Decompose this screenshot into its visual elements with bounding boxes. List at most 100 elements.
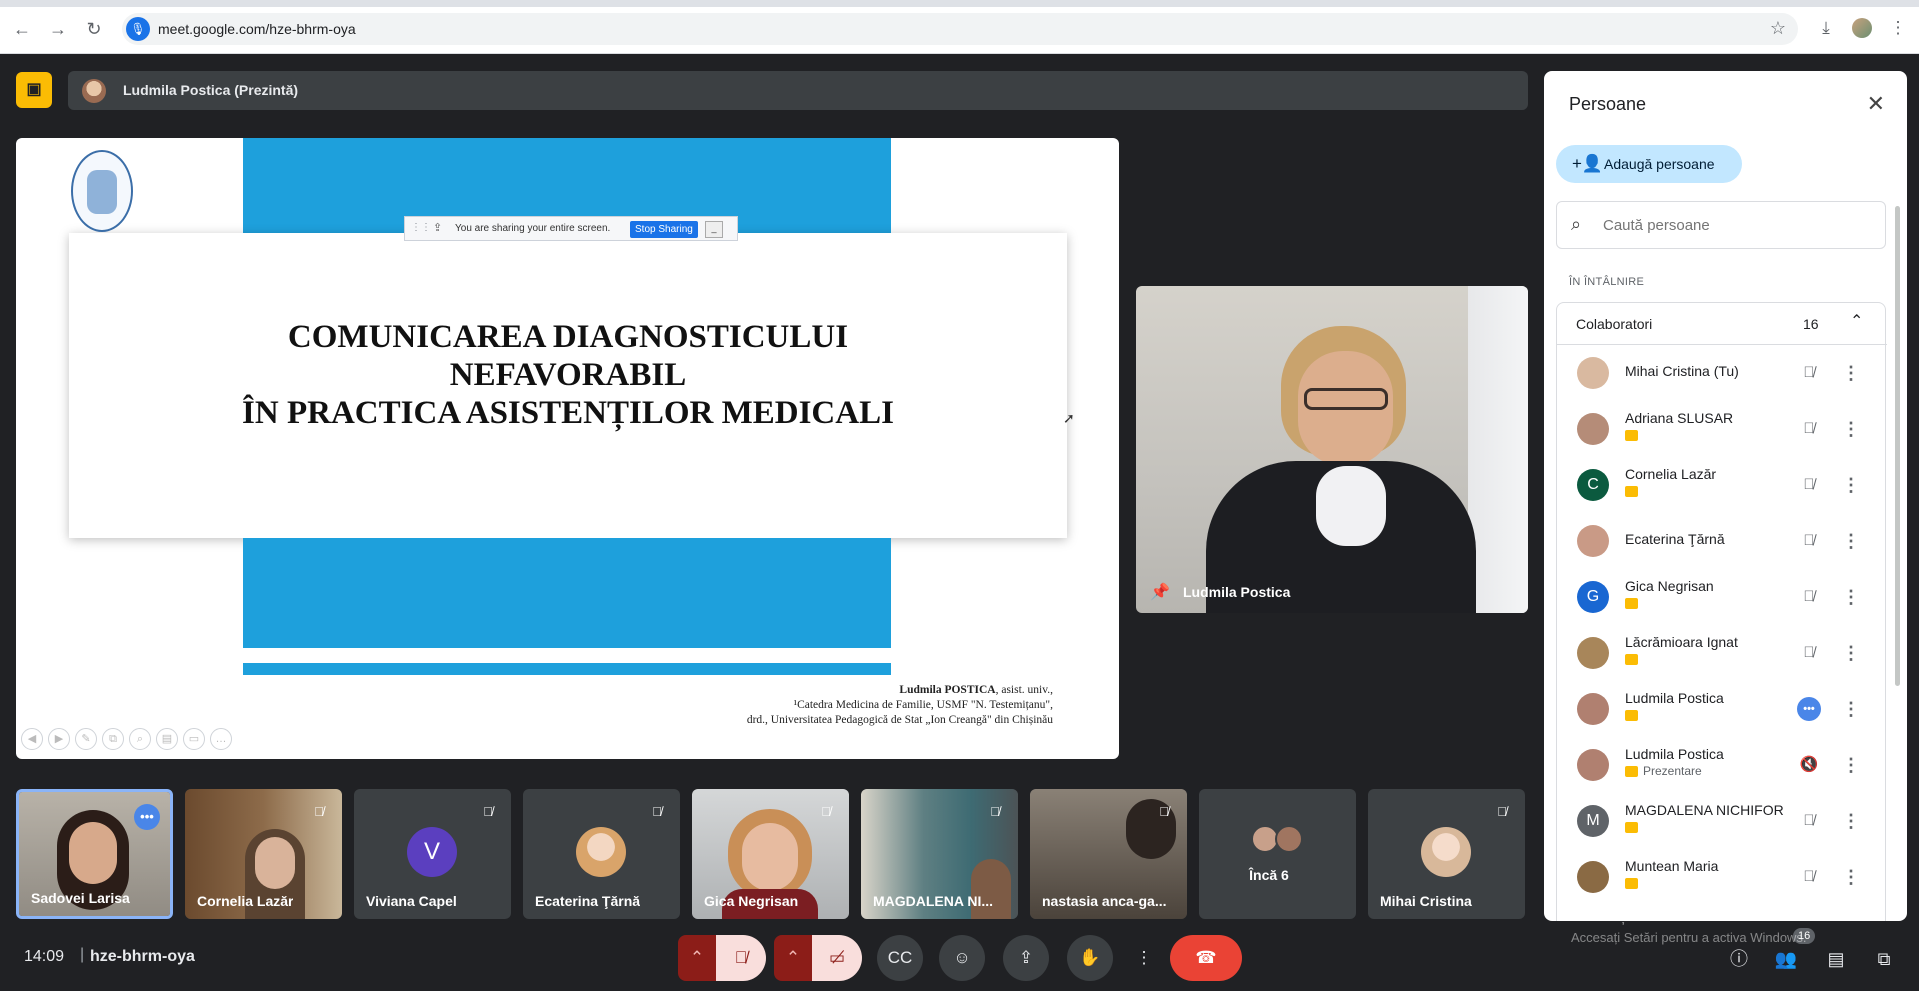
audio-off-icon[interactable]: 🔇 [1797,753,1821,777]
muted-icon[interactable]: 🎙̸ [1797,529,1821,553]
url-text[interactable]: meet.google.com/hze-bhrm-oya [158,21,356,37]
more-options-icon[interactable]: ••• [134,804,160,830]
captions-button[interactable]: CC [877,935,923,981]
separator: | [80,946,85,963]
more-options-icon[interactable]: ⋮ [1839,753,1863,777]
participant-avatar [1275,825,1303,853]
muted-icon: 🎙̸ [652,804,662,819]
participant-tile[interactable]: V 🎙̸ Viviana Capel [354,789,511,919]
more-participants-tile[interactable]: Încă 6 [1199,789,1356,919]
download-icon[interactable]: ⤓ [1815,17,1837,39]
profile-avatar[interactable] [1852,18,1872,38]
panel-scrollbar[interactable] [1895,206,1900,686]
pen-icon[interactable]: ✎ [75,728,97,750]
reload-icon[interactable]: ↻ [82,17,106,41]
participant-avatar [576,827,626,877]
next-slide-icon[interactable]: ▶ [48,728,70,750]
group-count: 16 [1803,316,1819,332]
more-options-icon[interactable]: ⋮ [1839,641,1863,665]
participant-tile[interactable]: 🎙̸ Mihai Cristina [1368,789,1525,919]
people-icon[interactable]: 👥 [1773,946,1799,972]
pin-icon[interactable]: 📌 [1150,582,1170,602]
zoom-icon[interactable]: ⌕ [129,728,151,750]
activities-icon[interactable]: ⧉ [1871,946,1897,972]
more-options-icon[interactable]: … [210,728,232,750]
list-item[interactable]: Ludmila Postica ••• ⋮ [1557,681,1887,737]
participant-name: Cornelia Lazăr [197,893,294,909]
copy-icon[interactable]: ⧉ [102,728,124,750]
collaborators-header[interactable]: Colaboratori 16 ⌃ [1557,303,1887,345]
presentation-icon[interactable]: ▣ [16,72,52,108]
chrome-menu-icon[interactable]: ⋮ [1887,17,1909,39]
bookmark-star-icon[interactable]: ☆ [1770,18,1786,39]
back-icon[interactable]: ← [10,17,34,41]
chevron-up-icon[interactable]: ⌃ [1850,311,1863,331]
camera-off-button[interactable]: ▭̸ [812,935,862,981]
previous-slide-icon[interactable]: ◀ [21,728,43,750]
more-options-icon[interactable]: ⋮ [1839,697,1863,721]
slides-icon[interactable]: ▤ [156,728,178,750]
search-people-field[interactable]: ⌕ [1556,201,1886,249]
muted-icon[interactable]: 🎙̸ [1797,417,1821,441]
emoji-button[interactable]: ☺ [939,935,985,981]
muted-icon[interactable]: 🎙̸ [1797,865,1821,889]
stop-sharing-button[interactable]: Stop Sharing [630,221,698,238]
avatar [1577,357,1609,389]
microphone-icon[interactable]: 🎙 [126,17,150,41]
more-options-icon[interactable]: ⋮ [1839,473,1863,497]
screen-share-notice: ⋮⋮ ⇪ You are sharing your entire screen.… [404,216,738,241]
participant-tile[interactable]: 🎙̸ MAGDALENA NI... [861,789,1018,919]
search-input[interactable] [1603,214,1873,236]
pinned-speaker-tile[interactable]: 📌 Ludmila Postica [1136,286,1528,613]
participant-tile[interactable]: ••• Sadovei Larisa [16,789,173,919]
video-icon[interactable]: ▭ [183,728,205,750]
present-screen-button[interactable]: ⇪ [1003,935,1049,981]
participant-tile[interactable]: 🎙̸ Cornelia Lazăr [185,789,342,919]
muted-icon[interactable]: 🎙̸ [1797,361,1821,385]
participant-tile[interactable]: 🎙̸ Ecaterina Ţărnă [523,789,680,919]
more-options-icon[interactable]: ⋮ [1839,865,1863,889]
video-options-chevron-icon[interactable]: ⌃ [774,935,812,981]
drag-handle-icon[interactable]: ⋮⋮ [411,222,431,233]
chat-icon[interactable]: ▤ [1823,946,1849,972]
audio-options-chevron-icon[interactable]: ⌃ [678,935,716,981]
list-item[interactable]: Lăcrămioara Ignat 🎙̸ ⋮ [1557,625,1887,681]
list-item[interactable]: Adriana SLUSAR 🎙̸ ⋮ [1557,401,1887,457]
more-options-icon[interactable]: ⋮ [1839,529,1863,553]
list-item[interactable]: Mihai Cristina (Tu) 🎙̸ ⋮ [1557,345,1887,401]
more-options-icon[interactable]: ⋮ [1839,809,1863,833]
speaking-indicator-icon[interactable]: ••• [1797,697,1821,721]
meeting-time: 14:09 [24,948,65,965]
minimize-button[interactable]: _ [705,221,723,238]
close-icon[interactable]: ✕ [1867,91,1885,117]
list-item[interactable]: Ludmila Postica Prezentare 🔇 ⋮ [1557,737,1887,793]
participant-tile[interactable]: 🎙̸ nastasia anca-ga... [1030,789,1187,919]
presenting-icon [1625,598,1638,609]
more-options-icon[interactable]: ⋮ [1839,417,1863,441]
muted-icon[interactable]: 🎙̸ [1797,473,1821,497]
muted-icon[interactable]: 🎙̸ [1797,585,1821,609]
muted-icon[interactable]: 🎙̸ [1797,809,1821,833]
list-item[interactable]: M MAGDALENA NICHIFOR 🎙̸ ⋮ [1557,793,1887,849]
participant-tile[interactable]: 🎙̸ Gica Negrisan [692,789,849,919]
avatar: M [1577,805,1609,837]
list-item[interactable]: Muntean Maria 🎙̸ ⋮ [1557,849,1887,905]
forward-icon[interactable]: → [46,17,70,41]
address-bar[interactable]: 🎙 meet.google.com/hze-bhrm-oya ☆ [122,13,1798,45]
section-label: ÎN ÎNTÂLNIRE [1569,276,1645,288]
raise-hand-button[interactable]: ✋ [1067,935,1113,981]
list-item[interactable]: C Cornelia Lazăr 🎙̸ ⋮ [1557,457,1887,513]
add-people-button[interactable]: +👤 Adaugă persoane [1556,145,1742,183]
list-item[interactable]: G Gica Negrisan 🎙̸ ⋮ [1557,569,1887,625]
muted-icon[interactable]: 🎙̸ [1797,641,1821,665]
presenting-icon [1625,878,1638,889]
more-options-button[interactable]: ⋮ [1130,935,1158,981]
muted-icon: 🎙̸ [821,804,831,819]
list-item[interactable]: Ecaterina Ţărnă 🎙̸ ⋮ [1557,513,1887,569]
leave-call-button[interactable]: ☎ [1170,935,1242,981]
avatar [1577,525,1609,557]
microphone-off-button[interactable]: 🎙̸ [716,935,766,981]
more-options-icon[interactable]: ⋮ [1839,361,1863,385]
meeting-info-icon[interactable]: ⓘ [1726,946,1752,972]
more-options-icon[interactable]: ⋮ [1839,585,1863,609]
